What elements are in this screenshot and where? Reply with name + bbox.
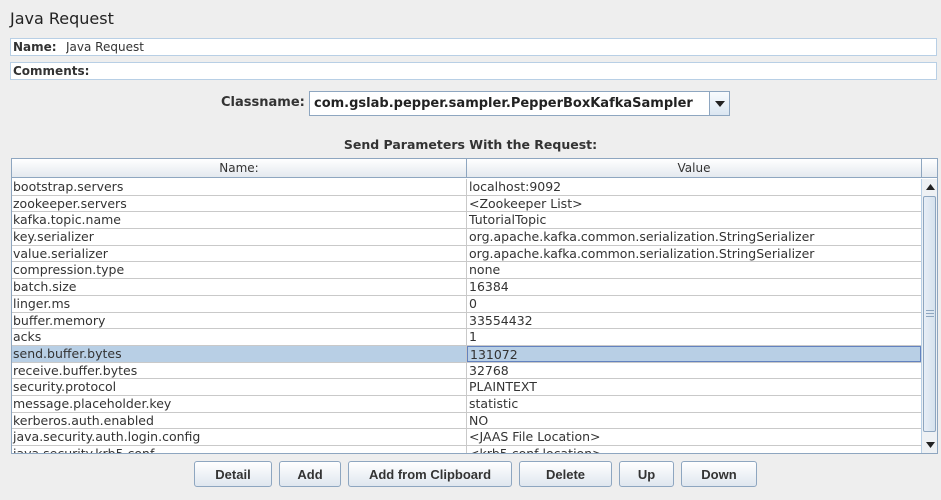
table-row[interactable]: key.serializer org.apache.kafka.common.se… xyxy=(12,229,921,246)
table-row[interactable]: kafka.topic.name TutorialTopic xyxy=(12,212,921,230)
table-row[interactable]: send.buffer.bytes 131072 xyxy=(12,345,921,363)
chevron-down-icon[interactable] xyxy=(709,92,729,115)
up-button[interactable]: Up xyxy=(619,461,674,487)
param-name-cell[interactable]: buffer.memory xyxy=(12,312,467,329)
table-row[interactable]: linger.ms 0 xyxy=(12,295,921,313)
param-name-cell[interactable]: send.buffer.bytes xyxy=(12,345,467,362)
param-name-cell[interactable]: zookeeper.servers xyxy=(12,195,467,212)
column-header-name[interactable]: Name: xyxy=(12,159,467,178)
panel-title: Java Request xyxy=(10,9,114,28)
table-body: bootstrap.servers localhost:9092 zookeeper… xyxy=(12,179,921,453)
comments-row[interactable]: Comments: xyxy=(10,62,937,80)
table-row[interactable]: batch.size 16384 xyxy=(12,279,921,296)
param-value-cell[interactable]: none xyxy=(467,262,921,278)
param-name-cell[interactable]: value.serializer xyxy=(12,245,467,262)
table-row[interactable]: zookeeper.servers <Zookeeper List> xyxy=(12,195,921,213)
table-row[interactable]: acks 1 xyxy=(12,329,921,346)
table-row[interactable]: kerberos.auth.enabled NO xyxy=(12,412,921,430)
table-row[interactable]: security.protocol PLAINTEXT xyxy=(12,379,921,396)
scroll-up-icon[interactable] xyxy=(922,179,937,195)
scrollbar-thumb[interactable] xyxy=(923,196,936,432)
table-row[interactable]: message.placeholder.key statistic xyxy=(12,395,921,413)
param-value-cell[interactable]: 0 xyxy=(467,296,921,312)
params-title: Send Parameters With the Request: xyxy=(343,137,598,152)
table-row[interactable]: buffer.memory 33554432 xyxy=(12,312,921,330)
param-value-cell[interactable]: 33554432 xyxy=(467,313,921,329)
classname-label: Classname: xyxy=(221,95,305,110)
param-name-cell[interactable]: receive.buffer.bytes xyxy=(12,362,467,379)
param-name-cell[interactable]: message.placeholder.key xyxy=(12,395,467,412)
param-name-cell[interactable]: key.serializer xyxy=(12,229,467,246)
table-row[interactable]: receive.buffer.bytes 32768 xyxy=(12,362,921,380)
table-row[interactable]: value.serializer org.apache.kafka.common.… xyxy=(12,245,921,263)
param-value-cell[interactable]: statistic xyxy=(467,396,921,412)
name-label: Name: xyxy=(13,40,57,54)
param-name-cell[interactable]: security.protocol xyxy=(12,379,467,396)
param-name-cell[interactable]: bootstrap.servers xyxy=(12,179,467,195)
param-value-cell[interactable]: NO xyxy=(467,413,921,429)
name-input[interactable] xyxy=(64,39,936,55)
param-name-cell[interactable]: kerberos.auth.enabled xyxy=(12,412,467,429)
classname-value: com.gslab.pepper.sampler.PepperBoxKafkaS… xyxy=(314,96,693,111)
param-name-cell[interactable]: batch.size xyxy=(12,279,467,296)
param-name-cell[interactable]: java.security.auth.login.config xyxy=(12,429,467,446)
param-name-cell[interactable]: kafka.topic.name xyxy=(12,212,467,229)
column-header-value[interactable]: Value xyxy=(467,159,921,178)
param-value-cell[interactable]: 32768 xyxy=(467,363,921,379)
table-row[interactable]: java.security.krb5.conf <krb5.conf locati… xyxy=(12,446,921,453)
param-value-cell[interactable]: TutorialTopic xyxy=(467,212,921,228)
comments-label: Comments: xyxy=(13,64,90,78)
param-name-cell[interactable]: linger.ms xyxy=(12,295,467,312)
table-row[interactable]: java.security.auth.login.config <JAAS Fil… xyxy=(12,429,921,446)
vertical-scrollbar[interactable] xyxy=(921,179,937,453)
param-value-cell[interactable]: org.apache.kafka.common.serialization.St… xyxy=(467,246,921,262)
param-name-cell[interactable]: java.security.krb5.conf xyxy=(12,446,467,453)
param-value-cell[interactable]: 1 xyxy=(467,329,921,345)
table-row[interactable]: compression.type none xyxy=(12,262,921,280)
param-value-cell[interactable]: localhost:9092 xyxy=(467,179,921,195)
table-corner xyxy=(921,159,937,178)
table-row[interactable]: bootstrap.servers localhost:9092 xyxy=(12,179,921,196)
param-name-cell[interactable]: acks xyxy=(12,329,467,346)
scroll-down-icon[interactable] xyxy=(922,437,937,453)
param-value-cell[interactable]: org.apache.kafka.common.serialization.St… xyxy=(467,229,921,245)
params-table: Name: Value bootstrap.servers localhost:9… xyxy=(11,158,938,454)
detail-button[interactable]: Detail xyxy=(194,461,272,487)
param-value-cell[interactable]: <Zookeeper List> xyxy=(467,196,921,212)
classname-combo[interactable]: com.gslab.pepper.sampler.PepperBoxKafkaS… xyxy=(309,91,730,116)
table-header: Name: Value xyxy=(12,159,921,178)
param-name-cell[interactable]: compression.type xyxy=(12,262,467,279)
down-button[interactable]: Down xyxy=(681,461,757,487)
param-value-cell[interactable]: <JAAS File Location> xyxy=(467,429,921,445)
param-value-cell[interactable]: <krb5.conf location> xyxy=(467,446,921,453)
add-button[interactable]: Add xyxy=(279,461,341,487)
name-row: Name: xyxy=(10,38,937,56)
add-from-clipboard-button[interactable]: Add from Clipboard xyxy=(348,461,512,487)
param-value-cell[interactable]: 131072 xyxy=(467,345,921,362)
param-value-cell[interactable]: 16384 xyxy=(467,279,921,295)
param-value-cell[interactable]: PLAINTEXT xyxy=(467,379,921,395)
delete-button[interactable]: Delete xyxy=(519,461,612,487)
